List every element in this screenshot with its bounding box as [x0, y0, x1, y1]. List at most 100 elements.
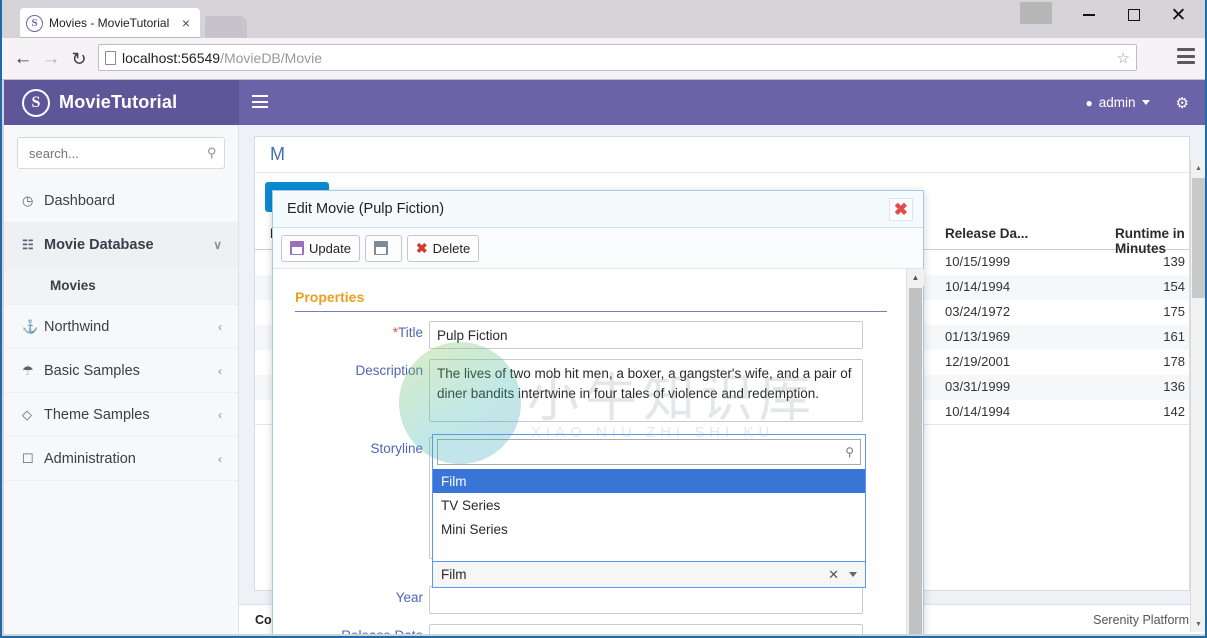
field-description: Description The lives of two mob hit men… [273, 359, 923, 427]
bookmark-star-icon[interactable]: ☆ [1117, 49, 1130, 67]
monitor-icon: ☐ [22, 450, 34, 466]
new-tab-button[interactable] [205, 16, 247, 38]
control-title [429, 321, 863, 349]
cell-runtime: 142 [1163, 404, 1185, 419]
dashboard-icon: ◷ [22, 192, 34, 208]
sidebar-item-label: Administration [44, 450, 136, 467]
address-bar[interactable]: localhost:56549/MovieDB/Movie ☆ [98, 44, 1137, 71]
description-textarea[interactable]: The lives of two mob hit men, a boxer, a… [429, 359, 863, 422]
dialog-scrollbar[interactable]: ▲ ▼ [906, 269, 924, 634]
cell-release-date: 01/13/1969 [945, 329, 1011, 344]
app-brand[interactable]: S MovieTutorial [4, 80, 239, 125]
label-year: Year [395, 590, 423, 605]
minimize-button[interactable] [1066, 0, 1111, 30]
sidebar-item-theme-samples[interactable]: ◇ Theme Samples ‹ [4, 393, 238, 437]
user-name: admin [1098, 95, 1136, 110]
kind-selected-value: Film [441, 567, 467, 582]
save-icon [290, 241, 304, 255]
close-icon[interactable]: × [178, 15, 194, 31]
cell-release-date: 12/19/2001 [945, 354, 1011, 369]
scrollbar-thumb[interactable] [1192, 178, 1205, 298]
label-storyline: Storyline [370, 441, 423, 456]
reload-button[interactable]: ↻ [66, 46, 92, 72]
gear-icon[interactable]: ⚙ [1176, 94, 1189, 112]
page-title: M [270, 144, 285, 164]
sidebar-item-dashboard[interactable]: ◷ Dashboard [4, 179, 238, 223]
close-icon: ✕ [1170, 4, 1187, 26]
scroll-up-icon[interactable]: ▲ [907, 269, 924, 286]
favicon-icon: S [26, 14, 43, 32]
cell-release-date: 10/15/1999 [945, 254, 1011, 269]
sidebar-item-label: Theme Samples [44, 406, 150, 423]
label-release-date: Release Date [295, 628, 423, 634]
user-icon: ● [1085, 95, 1093, 110]
browser-tab[interactable]: S Movies - MovieTutorial × [20, 8, 200, 38]
hamburger-icon[interactable] [252, 95, 268, 108]
label-description: Description [355, 363, 423, 378]
sidebar-item-label: Northwind [44, 318, 110, 335]
search-box[interactable]: ⚲ [17, 137, 225, 169]
back-button[interactable]: ← [10, 46, 36, 72]
window-controls: ✕ [1020, 0, 1201, 34]
sidebar-item-movie-database[interactable]: ☷ Movie Database ∨ [4, 223, 238, 267]
field-year: Year [273, 586, 923, 614]
dropdown-option-mini-series[interactable]: Mini Series [433, 517, 865, 541]
forward-button[interactable]: → [38, 46, 64, 72]
chevron-down-icon[interactable] [849, 572, 857, 577]
sidebar-item-northwind[interactable]: ⚓ Northwind ‹ [4, 305, 238, 349]
url-path: /MovieDB/Movie [220, 49, 322, 66]
dropdown-option-film[interactable]: Film [433, 469, 865, 493]
clear-icon[interactable]: ✕ [828, 567, 839, 583]
cell-runtime: 161 [1163, 329, 1185, 344]
brand-title: MovieTutorial [59, 92, 178, 112]
search-icon: ⚲ [845, 445, 854, 459]
update-button[interactable]: Update [281, 234, 360, 262]
delete-label: Delete [432, 240, 471, 256]
close-icon[interactable]: ✖ [888, 197, 913, 221]
control-year [429, 586, 863, 614]
profile-icon[interactable] [1020, 2, 1052, 24]
dialog-title: Edit Movie (Pulp Fiction) [287, 201, 445, 217]
year-input[interactable] [429, 586, 863, 614]
section-title: Properties [295, 289, 365, 305]
scroll-down-icon[interactable]: ▼ [1191, 616, 1205, 632]
browser-toolbar: ← → ↻ localhost:56549/MovieDB/Movie ☆ [2, 38, 1205, 80]
dropdown-option-tv-series[interactable]: TV Series [433, 493, 865, 517]
search-input[interactable] [27, 144, 207, 162]
url-host: localhost:56549 [122, 49, 221, 66]
dropdown-search-box[interactable]: ⚲ [437, 439, 861, 465]
sidebar: ⚲ ◷ Dashboard ☷ Movie Database ∨ Movies … [4, 125, 239, 634]
chevron-left-icon: ‹ [218, 407, 222, 422]
browser-window: S Movies - MovieTutorial × ✕ ← → ↻ local… [0, 0, 1207, 638]
release-date-input[interactable] [429, 624, 863, 634]
scrollbar-thumb[interactable] [909, 288, 922, 634]
header-right: ● admin ⚙ [1086, 80, 1189, 125]
column-header-release-date[interactable]: Release Da... [945, 226, 1028, 241]
browser-menu-icon[interactable] [1177, 48, 1195, 64]
control-release-date [429, 624, 863, 634]
cell-release-date: 10/14/1994 [945, 404, 1011, 419]
cell-runtime: 175 [1163, 304, 1185, 319]
field-title: *Title [273, 321, 923, 349]
sidebar-item-administration[interactable]: ☐ Administration ‹ [4, 437, 238, 481]
url-text: localhost:56549/MovieDB/Movie [122, 50, 322, 66]
maximize-button[interactable] [1111, 0, 1156, 30]
chevron-left-icon: ‹ [218, 363, 222, 378]
page-scrollbar[interactable]: ▲ ▼ [1190, 160, 1205, 632]
film-icon: ☷ [22, 236, 34, 252]
control-description: The lives of two mob hit men, a boxer, a… [429, 359, 863, 427]
save-and-close-button[interactable] [364, 234, 402, 262]
chevron-down-icon [1141, 100, 1150, 105]
dropdown-search-input[interactable] [444, 443, 846, 461]
user-menu[interactable]: ● admin [1086, 95, 1150, 110]
kind-select[interactable]: Film ✕ [432, 562, 866, 588]
sidebar-item-movies[interactable]: Movies [4, 267, 238, 305]
delete-button[interactable]: ✖ Delete [406, 234, 480, 262]
scroll-up-icon[interactable]: ▲ [1191, 160, 1205, 176]
cell-runtime: 178 [1163, 354, 1185, 369]
title-input[interactable] [429, 321, 863, 349]
sidebar-item-basic-samples[interactable]: ☂ Basic Samples ‹ [4, 349, 238, 393]
cell-release-date: 03/24/1972 [945, 304, 1011, 319]
browser-titlebar: S Movies - MovieTutorial × ✕ [2, 0, 1205, 38]
close-window-button[interactable]: ✕ [1156, 0, 1201, 30]
